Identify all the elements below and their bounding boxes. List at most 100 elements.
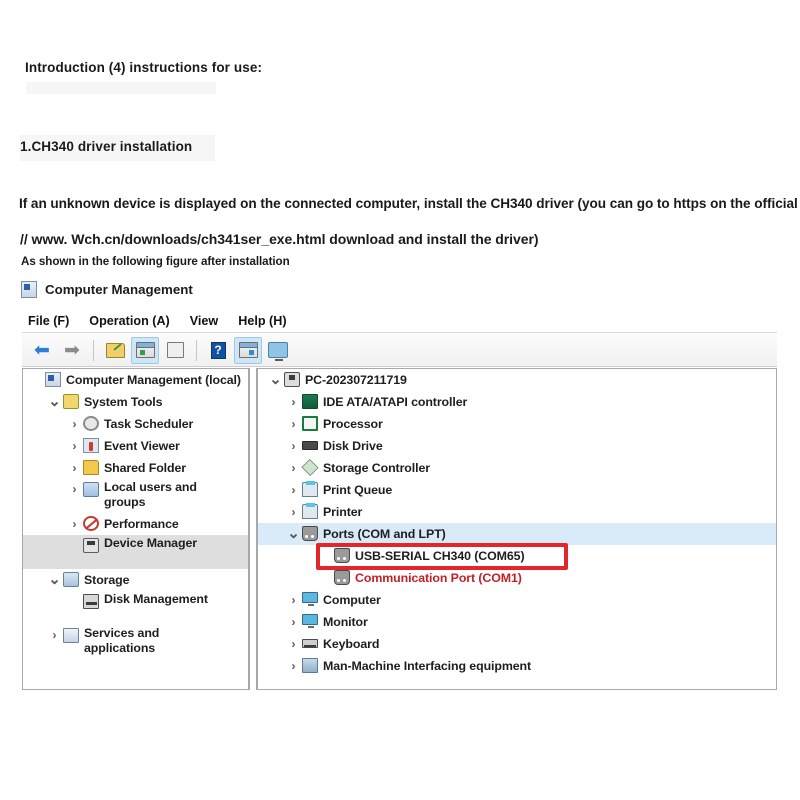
tree-item-disk-management[interactable]: Disk Management xyxy=(23,591,248,625)
tree-item-label: Disk Management xyxy=(104,592,208,606)
tree-item-label: Man-Machine Interfacing equipment xyxy=(323,659,532,673)
tree-item-label: Monitor xyxy=(323,615,368,629)
tree-item-task-scheduler[interactable]: › Task Scheduler xyxy=(23,413,248,435)
tree-item-label: Ports (COM and LPT) xyxy=(323,527,446,541)
computer-management-icon xyxy=(20,280,38,298)
tree-item-usb-serial-ch340-com65[interactable]: USB-SERIAL CH340 (COM65) xyxy=(258,545,776,567)
menu-item-file-f[interactable]: File (F) xyxy=(22,314,79,328)
chevron-right-icon[interactable]: › xyxy=(286,615,301,629)
port-icon xyxy=(301,526,319,542)
show-console-tree-icon[interactable] xyxy=(131,336,159,364)
tree-item-disk-drive[interactable]: › Disk Drive xyxy=(258,435,776,457)
device-tree[interactable]: ⌄ PC-202307211719 › IDE ATA/ATAPI controlle… xyxy=(258,369,776,677)
printer-icon xyxy=(301,481,319,498)
chevron-down-icon[interactable]: ⌄ xyxy=(268,372,283,387)
properties-icon[interactable] xyxy=(161,337,189,364)
help-icon[interactable]: ? xyxy=(204,337,232,364)
keyboard-icon xyxy=(301,636,319,652)
tree-item-storage[interactable]: ⌄ Storage xyxy=(23,569,248,591)
ide-controller-icon xyxy=(301,394,319,410)
tree-item-man-machine-interfacing-equipment[interactable]: › Man-Machine Interfacing equipment xyxy=(258,655,776,677)
menu-item-view[interactable]: View xyxy=(180,314,228,328)
chevron-right-icon[interactable]: › xyxy=(286,505,301,519)
scan-artifact xyxy=(26,82,216,94)
chevron-right-icon[interactable]: › xyxy=(67,482,82,496)
tree-item-label: Printer xyxy=(323,505,363,519)
chevron-right-icon[interactable]: › xyxy=(286,417,301,431)
tree-item-label: Storage Controller xyxy=(323,461,430,475)
performance-icon xyxy=(82,516,100,532)
device-manager-pane[interactable]: ⌄ PC-202307211719 › IDE ATA/ATAPI controlle… xyxy=(256,368,777,690)
tree-item-label: System Tools xyxy=(84,395,163,409)
tree-item-keyboard[interactable]: › Keyboard xyxy=(258,633,776,655)
computer-management-window: Computer Management File (F) Operation (A… xyxy=(20,276,780,696)
chevron-right-icon[interactable]: › xyxy=(286,659,301,673)
tree-item-label: Keyboard xyxy=(323,637,380,651)
tree-item-processor[interactable]: › Processor xyxy=(258,413,776,435)
tree-item-local-users-and-groups[interactable]: › Local users and groups xyxy=(23,479,248,513)
chevron-right-icon[interactable]: › xyxy=(286,637,301,651)
users-icon xyxy=(82,482,100,498)
display-icon[interactable] xyxy=(264,337,292,364)
tree-item-print-queue[interactable]: › Print Queue xyxy=(258,479,776,501)
tree-item-shared-folder[interactable]: › Shared Folder xyxy=(23,457,248,479)
chevron-right-icon[interactable]: › xyxy=(286,439,301,453)
tree-item-pc-202307211719[interactable]: ⌄ PC-202307211719 xyxy=(258,369,776,391)
hid-icon xyxy=(301,658,319,674)
tree-item-computer-management-local[interactable]: Computer Management (local) xyxy=(23,369,248,391)
chevron-right-icon[interactable]: › xyxy=(67,461,82,475)
tree-item-label: Event Viewer xyxy=(104,439,180,453)
tree-item-monitor[interactable]: › Monitor xyxy=(258,611,776,633)
tree-item-communication-port-com1[interactable]: Communication Port (COM1) xyxy=(258,567,776,589)
doc-body-line-1: If an unknown device is displayed on the… xyxy=(19,196,800,211)
clock-icon xyxy=(82,416,100,432)
tree-item-label: Services and applications xyxy=(84,626,160,655)
storage-controller-icon xyxy=(301,458,319,477)
tree-item-device-manager[interactable]: Device Manager xyxy=(23,535,248,569)
chevron-right-icon[interactable]: › xyxy=(47,628,62,642)
tree-item-computer[interactable]: › Computer xyxy=(258,589,776,611)
chevron-right-icon[interactable]: › xyxy=(286,461,301,475)
tree-item-services-and-applications[interactable]: › Services and applications xyxy=(23,625,248,659)
tree-item-label: Task Scheduler xyxy=(104,417,194,431)
chevron-down-icon[interactable]: ⌄ xyxy=(286,526,301,541)
tree-item-label: Communication Port (COM1) xyxy=(355,571,522,585)
tree-item-system-tools[interactable]: ⌄ System Tools xyxy=(23,391,248,413)
tree-item-event-viewer[interactable]: › Event Viewer xyxy=(23,435,248,457)
monitor-icon xyxy=(301,592,319,608)
tree-item-label: Storage xyxy=(84,573,130,587)
disk-icon xyxy=(82,594,100,610)
system-tools-icon xyxy=(62,394,80,410)
tree-item-ports-com-and-lpt[interactable]: ⌄ Ports (COM and LPT) xyxy=(258,523,776,545)
tree-item-performance[interactable]: › Performance xyxy=(23,513,248,535)
show-action-pane-icon[interactable] xyxy=(234,336,262,364)
console-tree-pane[interactable]: Computer Management (local) ⌄ System Tools… xyxy=(22,368,250,690)
chevron-right-icon[interactable]: › xyxy=(67,439,82,453)
tree-item-label: Processor xyxy=(323,417,383,431)
tree-item-label: USB-SERIAL CH340 (COM65) xyxy=(355,549,525,563)
tree-item-label: Shared Folder xyxy=(104,461,187,475)
page-root: Introduction (4) instructions for use: 1… xyxy=(0,0,800,800)
tree-item-label: Disk Drive xyxy=(323,439,383,453)
pc-icon xyxy=(283,372,301,388)
chevron-right-icon[interactable]: › xyxy=(67,517,82,531)
tree-item-printer[interactable]: › Printer xyxy=(258,501,776,523)
chevron-right-icon[interactable]: › xyxy=(67,417,82,431)
port-icon xyxy=(333,570,351,586)
tree-item-ide-ata-atapi-controller[interactable]: › IDE ATA/ATAPI controller xyxy=(258,391,776,413)
back-arrow-icon[interactable]: ⬅ xyxy=(28,337,56,364)
menu-item-operation-a[interactable]: Operation (A) xyxy=(79,314,179,328)
chevron-right-icon[interactable]: › xyxy=(286,593,301,607)
chevron-down-icon[interactable]: ⌄ xyxy=(47,572,62,587)
doc-step-title: 1.CH340 driver installation xyxy=(20,139,193,154)
menu-item-help-h[interactable]: Help (H) xyxy=(228,314,296,328)
forward-arrow-icon[interactable]: ➡ xyxy=(58,337,86,364)
window-title-text: Computer Management xyxy=(45,281,193,297)
tree-item-storage-controller[interactable]: › Storage Controller xyxy=(258,457,776,479)
chevron-right-icon[interactable]: › xyxy=(286,483,301,497)
folder-edit-icon[interactable] xyxy=(101,337,129,364)
chevron-right-icon[interactable]: › xyxy=(286,395,301,409)
tree-item-label: Print Queue xyxy=(323,483,393,497)
printer-icon xyxy=(301,503,319,520)
chevron-down-icon[interactable]: ⌄ xyxy=(47,394,62,409)
